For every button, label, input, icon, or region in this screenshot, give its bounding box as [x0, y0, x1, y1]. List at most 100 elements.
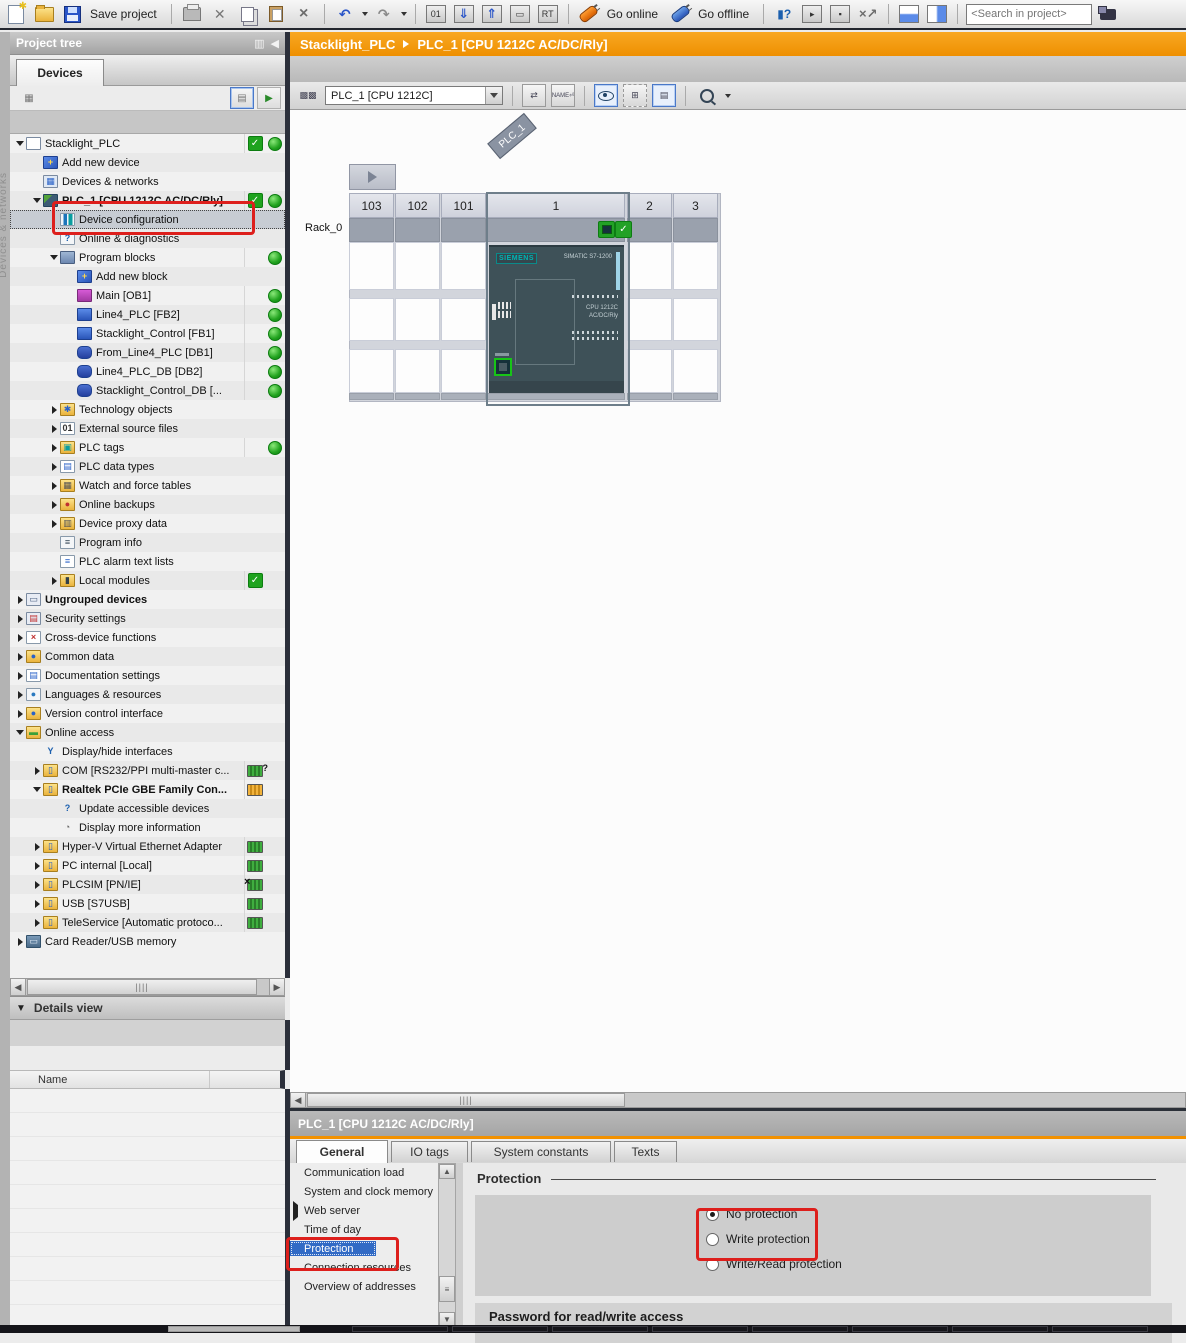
collapse-arrow-icon[interactable]	[14, 596, 26, 604]
slot-header-1[interactable]: 1	[487, 193, 625, 218]
open-project-button[interactable]	[32, 2, 56, 26]
tree-item-ungrouped-devices[interactable]: ▭Ungrouped devices	[10, 590, 285, 609]
panel-layout-icon[interactable]: ▥	[254, 37, 264, 50]
tab-devices[interactable]: Devices	[16, 59, 104, 86]
search-input[interactable]	[966, 4, 1092, 25]
taskbar-item[interactable]	[552, 1326, 648, 1332]
tree-item-add-new-device[interactable]: +Add new device	[10, 153, 285, 172]
taskbar-item[interactable]	[652, 1326, 748, 1332]
refresh-tree-icon[interactable]: ▶	[257, 87, 281, 109]
tree-item-stacklight-control-fb1[interactable]: Stacklight_Control [FB1]	[10, 324, 285, 343]
collapse-arrow-icon[interactable]	[48, 501, 60, 509]
breadcrumb-project[interactable]: Stacklight_PLC	[300, 37, 395, 52]
tree-item-plc-1-cpu-1212c-ac-dc-rly[interactable]: PLC_1 [CPU 1212C AC/DC/Rly]✓	[10, 191, 285, 210]
tree-item-external-source-files[interactable]: 01External source files	[10, 419, 285, 438]
nav-item-connection-resources[interactable]: Connection resources	[290, 1258, 438, 1277]
details-mode-icon[interactable]: ▤	[230, 87, 254, 109]
taskbar-item[interactable]	[352, 1326, 448, 1332]
go-online-button[interactable]	[577, 2, 601, 26]
collapse-arrow-icon[interactable]	[48, 520, 60, 528]
nav-item-system-and-clock-memory[interactable]: System and clock memory	[290, 1182, 438, 1201]
collapse-panel-icon[interactable]: ◀	[271, 37, 279, 50]
tree-item-devices-networks[interactable]: ▦Devices & networks	[10, 172, 285, 191]
properties-nav-scrollbar[interactable]: ▲ ≡ ▼	[438, 1163, 456, 1328]
collapse-arrow-icon[interactable]	[48, 425, 60, 433]
accessible-devices-button[interactable]: ▮?	[772, 2, 796, 26]
slot-header-103[interactable]: 103	[349, 193, 394, 218]
collapse-arrow-icon[interactable]	[14, 672, 26, 680]
expand-arrow-icon[interactable]	[14, 141, 26, 146]
cut-button[interactable]: ✕	[208, 2, 232, 26]
collapse-arrow-icon[interactable]	[14, 691, 26, 699]
tree-item-from-line4-plc-db1[interactable]: From_Line4_PLC [DB1]	[10, 343, 285, 362]
editor-hscrollbar[interactable]: ◀ ||||	[290, 1092, 1186, 1108]
tab-io-tags[interactable]: IO tags	[391, 1141, 468, 1162]
radio-button-icon[interactable]	[706, 1233, 719, 1246]
save-project-button[interactable]	[60, 2, 84, 26]
collapse-arrow-icon[interactable]	[31, 881, 43, 889]
tree-item-online-diagnostics[interactable]: ?Online & diagnostics	[10, 229, 285, 248]
collapse-arrow-icon[interactable]	[31, 843, 43, 851]
undo-button[interactable]: ↶	[333, 2, 357, 26]
collapse-arrow-icon[interactable]	[14, 710, 26, 718]
tree-item-security-settings[interactable]: ▤Security settings	[10, 609, 285, 628]
split-horizontal-button[interactable]	[897, 2, 921, 26]
collapse-arrow-icon[interactable]	[48, 463, 60, 471]
empty-slot-cell[interactable]	[395, 298, 440, 341]
plc-name-tag[interactable]: PLC_1	[487, 113, 537, 159]
tree-item-hyper-v-virtual-ethernet-adapter[interactable]: ▯Hyper-V Virtual Ethernet Adapter	[10, 837, 285, 856]
start-runtime-button[interactable]: RT	[536, 2, 560, 26]
print-button[interactable]	[180, 2, 204, 26]
copy-button[interactable]	[236, 2, 260, 26]
undo-dropdown-caret[interactable]	[362, 12, 368, 16]
tree-item-stacklight-control-db[interactable]: Stacklight_Control_DB [...	[10, 381, 285, 400]
empty-slot-cell[interactable]	[349, 298, 394, 341]
tab-system-constants[interactable]: System constants	[471, 1141, 611, 1162]
sort-tree-icon[interactable]: ▦	[17, 87, 41, 109]
nav-item-overview-of-addresses[interactable]: Overview of addresses	[290, 1277, 438, 1296]
redo-dropdown-caret[interactable]	[401, 12, 407, 16]
scroll-left-icon[interactable]: ◀	[11, 979, 26, 995]
breadcrumb-page[interactable]: PLC_1 [CPU 1212C AC/DC/Rly]	[417, 37, 607, 52]
delete-button[interactable]: ×	[292, 2, 316, 26]
tree-hscroll-thumb[interactable]: ||||	[27, 979, 257, 995]
tree-item-online-access[interactable]: ▬Online access	[10, 723, 285, 742]
stop-simulation-button[interactable]: ▪	[828, 2, 852, 26]
collapse-arrow-icon[interactable]	[48, 482, 60, 490]
tree-item-device-configuration[interactable]: Device configuration	[10, 210, 285, 229]
tree-item-watch-and-force-tables[interactable]: ▦Watch and force tables	[10, 476, 285, 495]
nav-item-web-server[interactable]: Web server	[290, 1201, 438, 1220]
editor-hscroll-thumb[interactable]: ||||	[307, 1093, 625, 1107]
taskbar-item[interactable]	[452, 1326, 548, 1332]
paste-button[interactable]	[264, 2, 288, 26]
collapse-arrow-icon[interactable]	[293, 1201, 298, 1221]
tree-item-usb-s7usb[interactable]: ▯USB [S7USB]	[10, 894, 285, 913]
empty-slot-cell[interactable]	[673, 298, 718, 341]
empty-slot-cell[interactable]	[395, 242, 440, 290]
tree-item-line4-plc-db-db2[interactable]: Line4_PLC_DB [DB2]	[10, 362, 285, 381]
tree-item-line4-plc-fb2[interactable]: Line4_PLC [FB2]	[10, 305, 285, 324]
empty-slot-cell[interactable]	[441, 242, 486, 290]
tree-item-program-blocks[interactable]: Program blocks	[10, 248, 285, 267]
tree-item-languages-resources[interactable]: ●Languages & resources	[10, 685, 285, 704]
taskbar-item[interactable]	[1052, 1326, 1148, 1332]
tree-item-add-new-block[interactable]: +Add new block	[10, 267, 285, 286]
cross-references-button[interactable]: ×↗	[856, 2, 880, 26]
topology-icon[interactable]: ▩▩	[296, 84, 320, 107]
tree-item-plc-data-types[interactable]: ▤PLC data types	[10, 457, 285, 476]
empty-slot-cell[interactable]	[673, 242, 718, 290]
expand-arrow-icon[interactable]	[31, 787, 43, 792]
tree-item-display-more-information[interactable]: ◔Display more information	[10, 818, 285, 837]
measure-icon[interactable]: ⇄	[522, 84, 546, 107]
zoom-dropdown-caret[interactable]	[725, 94, 731, 98]
go-offline-button[interactable]	[668, 2, 692, 26]
empty-slot-cell[interactable]	[673, 349, 718, 393]
tree-item-program-info[interactable]: ≡Program info	[10, 533, 285, 552]
radio-button-icon[interactable]	[706, 1208, 719, 1221]
download-to-device-button[interactable]: ⇓	[452, 2, 476, 26]
compile-button[interactable]: 01	[424, 2, 448, 26]
collapse-arrow-icon[interactable]	[14, 615, 26, 623]
tree-item-stacklight-plc[interactable]: Stacklight_PLC✓	[10, 134, 285, 153]
expand-arrow-icon[interactable]	[48, 255, 60, 260]
tree-item-update-accessible-devices[interactable]: ?Update accessible devices	[10, 799, 285, 818]
